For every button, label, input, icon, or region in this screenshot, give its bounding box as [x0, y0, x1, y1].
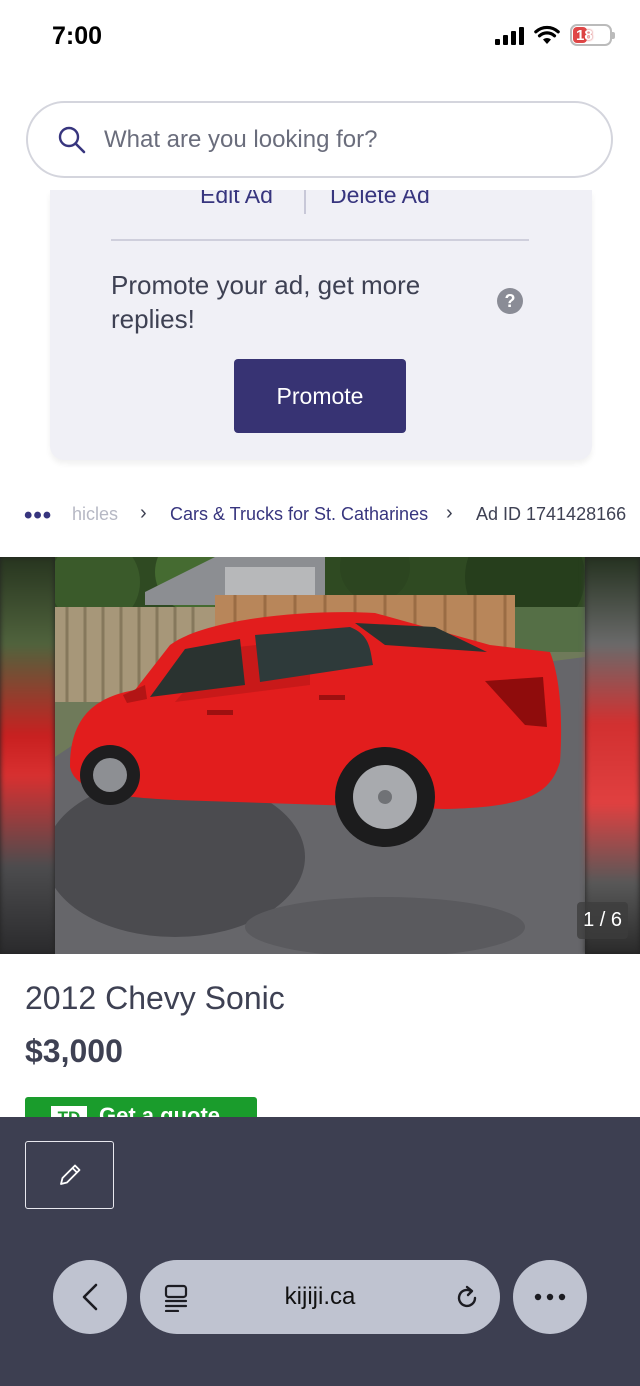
promote-message: Promote your ad, get more replies! [111, 270, 421, 334]
reload-icon[interactable] [454, 1285, 480, 1311]
search-icon [58, 126, 86, 153]
more-options-button[interactable] [513, 1260, 587, 1334]
chevron-right-icon: › [140, 502, 147, 524]
help-icon[interactable]: ? [497, 288, 523, 314]
search-bar[interactable] [26, 101, 613, 178]
breadcrumb-item-cars-trucks[interactable]: Cars & Trucks for St. Catharines [170, 504, 428, 525]
status-time: 7:00 [52, 22, 103, 50]
manage-ad-card: Edit Ad Delete Ad Promote your ad, get m… [50, 190, 592, 460]
address-bar[interactable]: kijiji.ca [140, 1260, 500, 1334]
photo-counter: 1 / 6 [577, 902, 628, 939]
battery-charging-icon: 18 [570, 24, 615, 46]
breadcrumb-item-vehicles[interactable]: hicles [72, 504, 118, 525]
pencil-icon [59, 1164, 80, 1185]
more-horizontal-icon [534, 1293, 566, 1301]
previous-photo-preview[interactable] [0, 557, 55, 954]
promote-button[interactable]: Promote [234, 359, 406, 433]
breadcrumb-item-ad-id: Ad ID 1741428166 [476, 504, 627, 524]
card-divider [111, 239, 529, 241]
listing-price: $3,000 [25, 1033, 123, 1069]
search-input[interactable] [104, 125, 544, 154]
delete-ad-link[interactable]: Delete Ad [330, 190, 430, 209]
battery-level: 18 [576, 26, 593, 44]
car-photo[interactable] [55, 557, 585, 954]
breadcrumb: ••• hicles › Cars & Trucks for St. Catha… [0, 498, 640, 532]
back-button[interactable] [53, 1260, 127, 1334]
chevron-right-icon: › [446, 502, 453, 524]
next-photo-preview[interactable] [585, 557, 640, 954]
edit-ad-link[interactable]: Edit Ad [200, 190, 273, 209]
edit-listing-button[interactable] [25, 1141, 114, 1209]
url-text: kijiji.ca [284, 1283, 356, 1310]
photo-gallery[interactable]: 1 / 6 [0, 557, 640, 954]
listing-title: 2012 Chevy Sonic [25, 980, 285, 1016]
actions-separator [304, 190, 306, 214]
browser-toolbar: kijiji.ca [0, 1117, 640, 1386]
wifi-icon [534, 25, 560, 44]
status-bar: 7:00 18 [0, 0, 640, 80]
breadcrumb-more-button[interactable]: ••• [24, 502, 52, 530]
ad-actions: Edit Ad Delete Ad [50, 190, 592, 216]
status-icons: 18 [495, 24, 615, 46]
chevron-left-icon [82, 1283, 98, 1311]
cellular-signal-icon [495, 25, 524, 45]
